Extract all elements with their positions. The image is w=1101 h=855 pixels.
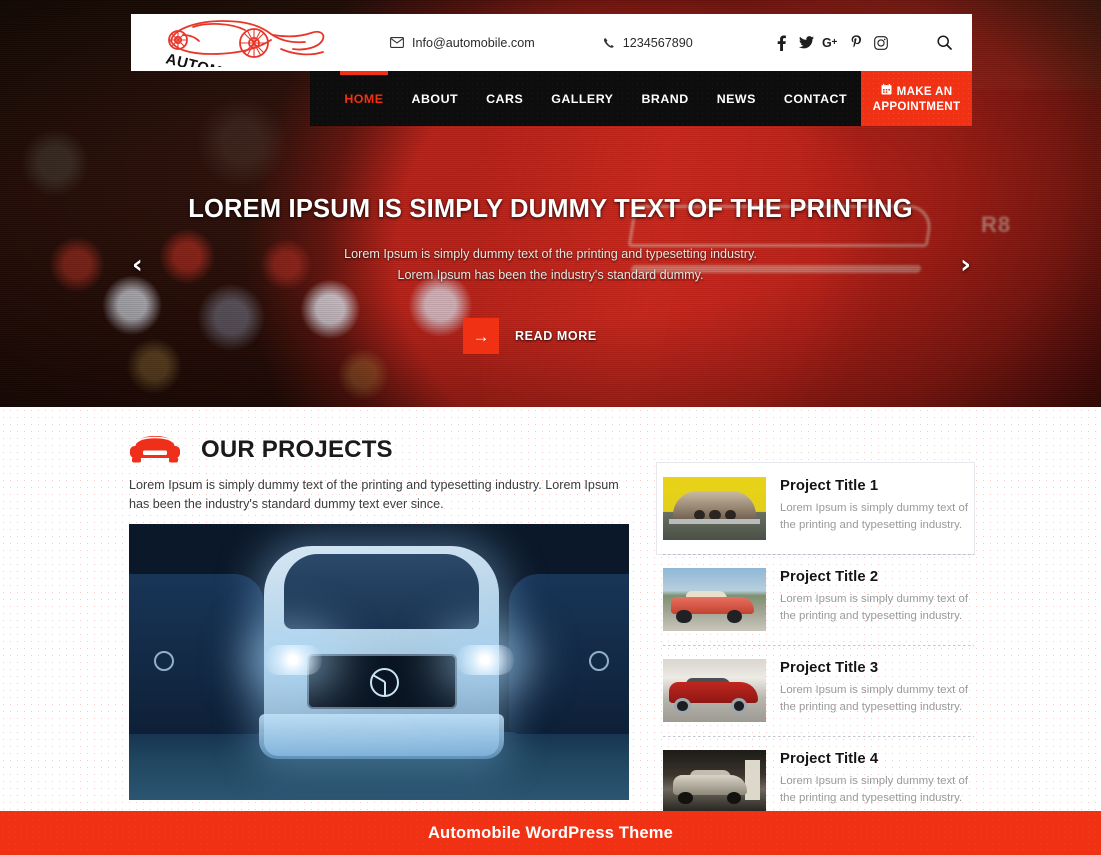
car-logo-icon: AUTOMOBILE	[164, 19, 324, 67]
project-list-item-1[interactable]: Project Title 1 Lorem Ipsum is simply du…	[657, 463, 974, 554]
header-email[interactable]: Info@automobile.com	[390, 36, 535, 50]
site-logo[interactable]: AUTOMOBILE	[131, 14, 352, 71]
project-description-3: Lorem Ipsum is simply dummy text of the …	[780, 684, 968, 713]
header-phone[interactable]: 1234567890	[603, 36, 693, 50]
project-description-1: Lorem Ipsum is simply dummy text of the …	[780, 502, 968, 531]
nav-item-gallery[interactable]: GALLERY	[537, 71, 627, 126]
project-title-4: Project Title 4	[780, 751, 879, 767]
mercedes-emblem-center	[370, 667, 399, 697]
project-thumbnail-2	[663, 568, 766, 631]
arrow-right-icon: →	[463, 318, 499, 354]
nav-item-about[interactable]: ABOUT	[398, 71, 473, 126]
twitter-icon[interactable]	[794, 32, 819, 54]
project-list-item-2[interactable]: Project Title 2 Lorem Ipsum is simply du…	[657, 554, 974, 645]
project-thumbnail-3	[663, 659, 766, 722]
envelope-icon	[390, 37, 404, 48]
nav-item-cars[interactable]: CARS	[472, 71, 537, 126]
project-description-4: Lorem Ipsum is simply dummy text of the …	[780, 775, 968, 804]
our-projects-section: OUR PROJECTS Lorem Ipsum is simply dummy…	[0, 407, 1101, 813]
adjacent-car-right	[509, 573, 629, 734]
svg-text:+: +	[832, 37, 838, 48]
header-social-links: G +	[769, 32, 894, 54]
section-description: Lorem Ipsum is simply dummy text of the …	[129, 478, 619, 511]
pinterest-icon[interactable]	[844, 32, 869, 54]
car-front-icon	[129, 431, 181, 469]
google-plus-icon[interactable]: G +	[819, 32, 844, 54]
footer-text: Automobile WordPress Theme	[427, 823, 674, 842]
project-title-2: Project Title 2	[780, 569, 879, 585]
adjacent-car-left	[129, 573, 264, 734]
header-email-text: Info@automobile.com	[412, 35, 535, 50]
project-title-3: Project Title 3	[780, 660, 879, 676]
featured-project-image[interactable]	[129, 524, 629, 800]
appointment-line1: MAKE AN	[896, 84, 953, 98]
nav-logo-gap	[131, 71, 310, 126]
project-list-item-3[interactable]: Project Title 3 Lorem Ipsum is simply du…	[657, 645, 974, 736]
chevron-right-icon[interactable]: ›	[960, 252, 971, 278]
site-footer: Automobile WordPress Theme	[0, 811, 1101, 855]
search-icon[interactable]	[934, 33, 954, 53]
project-description-2: Lorem Ipsum is simply dummy text of the …	[780, 593, 968, 622]
nav-item-news[interactable]: NEWS	[703, 71, 770, 126]
mercedes-emblem-right	[589, 650, 609, 671]
make-an-appointment-button[interactable]: MAKE AN APPOINTMENT	[861, 71, 972, 126]
nav-item-home[interactable]: HOME	[330, 71, 397, 126]
hero-subtitle: Lorem Ipsum is simply dummy text of the …	[344, 247, 757, 282]
project-list: Project Title 1 Lorem Ipsum is simply du…	[657, 463, 974, 827]
svg-text:AUTOMOBILE: AUTOMOBILE	[164, 50, 271, 67]
nav-item-contact[interactable]: CONTACT	[770, 71, 861, 126]
appointment-line2: APPOINTMENT	[872, 100, 961, 113]
chevron-left-icon[interactable]: ‹	[132, 252, 143, 278]
header-topbar: AUTOMOBILE Info@automobile.com 123456789…	[131, 14, 972, 71]
car-windshield	[284, 554, 479, 629]
main-navigation: HOME ABOUT CARS GALLERY BRAND NEWS CONTA…	[131, 71, 972, 126]
header-contact-bar: Info@automobile.com 1234567890 G +	[352, 14, 972, 71]
project-thumbnail-4	[663, 750, 766, 813]
instagram-icon[interactable]	[869, 32, 894, 54]
hero-read-more-button[interactable]: → READ MORE	[463, 318, 638, 354]
headlight-right	[456, 645, 514, 676]
hero-content: LOREM IPSUM IS SIMPLY DUMMY TEXT OF THE …	[0, 195, 1101, 354]
section-header: OUR PROJECTS	[129, 431, 393, 469]
headlight-left	[264, 645, 322, 676]
calendar-icon	[881, 83, 892, 98]
site-header: AUTOMOBILE Info@automobile.com 123456789…	[131, 14, 972, 126]
car-bumper	[259, 714, 504, 759]
phone-icon	[603, 37, 615, 49]
mercedes-emblem-left	[154, 650, 174, 671]
page-root: R8 LOREM IPSUM IS SIMPLY DUMMY TEXT OF T…	[0, 0, 1101, 855]
header-phone-text: 1234567890	[622, 35, 693, 50]
facebook-icon[interactable]	[769, 32, 794, 54]
page-title: OUR PROJECTS	[201, 436, 393, 463]
svg-text:G: G	[822, 36, 832, 49]
nav-items: HOME ABOUT CARS GALLERY BRAND NEWS CONTA…	[310, 71, 862, 126]
hero-title: LOREM IPSUM IS SIMPLY DUMMY TEXT OF THE …	[188, 195, 913, 223]
hero-read-more-label: READ MORE	[515, 329, 597, 343]
nav-item-brand[interactable]: BRAND	[627, 71, 702, 126]
project-title-1: Project Title 1	[780, 478, 879, 494]
project-thumbnail-1	[663, 477, 766, 540]
